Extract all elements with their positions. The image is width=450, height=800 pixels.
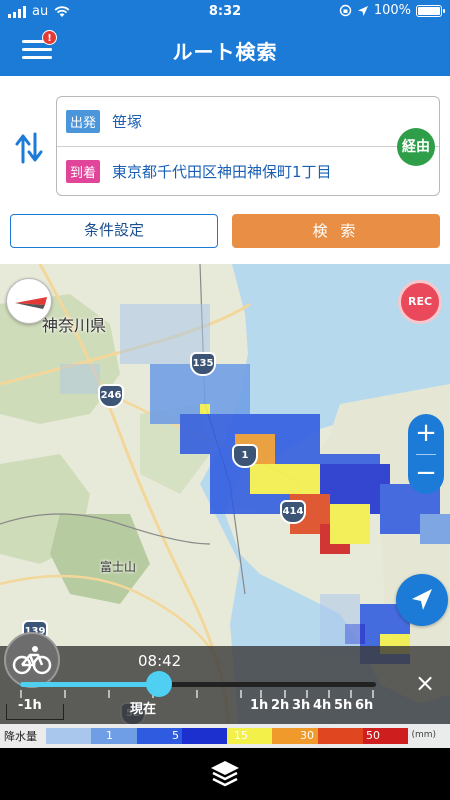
departure-field[interactable]: 出発 笹塚 [66,108,142,134]
legend-swatch [91,728,137,744]
arrival-value: 東京都千代田区神田神保町1丁目 [112,162,332,181]
rotation-lock-icon [339,4,352,17]
current-time-label: 08:42 [138,652,182,670]
timeline-ticks [20,690,376,698]
road-shield-246: 246 [98,384,124,408]
swap-icon[interactable] [14,130,44,166]
timeline-progress [20,682,159,687]
legend-swatch [46,728,92,744]
location-icon [357,5,368,16]
legend-color-scale [46,728,408,744]
bottom-bar [0,748,450,800]
legend-value-50: 50 [366,729,380,742]
rec-button[interactable]: REC [398,280,442,324]
layers-icon[interactable] [208,758,242,790]
zoom-in-button[interactable]: + [408,414,444,454]
departure-tag: 出発 [66,109,101,133]
arrival-tag: 到着 [66,159,101,183]
timeline-track[interactable] [20,682,376,687]
via-button[interactable]: 経由 [397,128,435,166]
search-button[interactable]: 検 索 [232,214,440,248]
legend-unit: (mm) [411,730,436,740]
road-shield-414: 414 [280,500,306,524]
app-header: ! ルート検索 [0,24,450,76]
close-icon[interactable]: × [414,671,436,695]
legend-value-5: 5 [172,729,179,742]
zoom-control: + − [408,414,444,494]
page-title: ルート検索 [172,40,278,64]
timeline-knob[interactable] [145,671,172,697]
road-shield-1: 1 [232,444,258,468]
legend-swatch [317,728,363,744]
timeline-label-3h: 3h [292,698,311,713]
timeline-label-now: 現在 [130,702,157,717]
compass-icon[interactable] [6,278,52,324]
app-root: au 8:32 100% ! ルート検索 出発 笹塚 到着 東京都千代田区神田神… [0,0,450,800]
timeline-label-past: -1h [18,698,42,713]
timeline-label-5h: 5h [334,698,353,713]
timeline-label-2h: 2h [271,698,290,713]
legend-value-30: 30 [300,729,314,742]
location-arrow-icon[interactable] [396,574,448,626]
route-input-box: 出発 笹塚 到着 東京都千代田区神田神保町1丁目 経由 [56,96,440,196]
legend-label: 降水量 [4,730,37,743]
timeline-label-6h: 6h [355,698,374,713]
route-divider [57,146,439,147]
battery-percent: 100% [373,3,411,18]
timeline-label-1h: 1h [250,698,269,713]
status-right: 100% [339,3,445,18]
road-shield-135: 135 [190,352,216,376]
zoom-out-button[interactable]: − [408,454,444,494]
conditions-button[interactable]: 条件設定 [10,214,218,248]
legend-swatch [181,728,227,744]
battery-icon [416,4,445,17]
legend-value-15: 15 [234,729,248,742]
status-bar: au 8:32 100% [0,0,450,24]
timeline-label-4h: 4h [313,698,332,713]
bicycle-icon[interactable] [4,632,60,688]
arrival-field[interactable]: 到着 東京都千代田区神田神保町1丁目 [66,158,332,184]
departure-value: 笹塚 [112,112,143,131]
route-search-panel: 出発 笹塚 到着 東京都千代田区神田神保町1丁目 経由 条件設定 検 索 [0,76,450,264]
map-label-mountain: 富士山 [100,560,137,574]
precipitation-legend: 降水量 1 5 15 30 50 (mm) [0,724,450,748]
legend-value-1: 1 [106,729,113,742]
